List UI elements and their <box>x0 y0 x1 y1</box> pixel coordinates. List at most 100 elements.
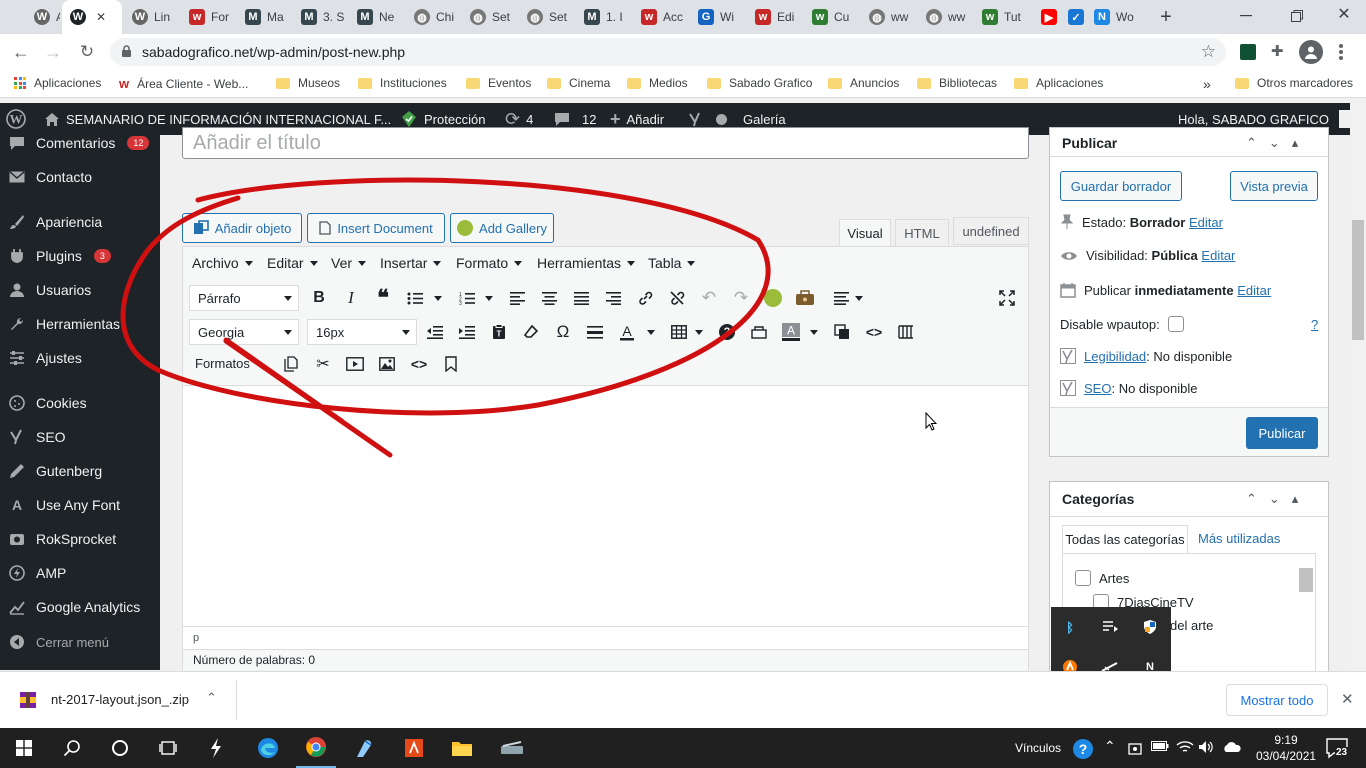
edit-schedule-link[interactable]: Editar <box>1237 283 1271 298</box>
columns-icon[interactable] <box>894 320 918 344</box>
toolbox-icon[interactable] <box>793 286 817 310</box>
bookmark-bibliotecas[interactable]: Bibliotecas <box>917 76 997 90</box>
browser-tab[interactable]: ◍ ww <box>861 4 916 30</box>
edit-status-link[interactable]: Editar <box>1189 215 1223 230</box>
sidebar-item-use-any-font[interactable]: A Use Any Font <box>0 488 160 522</box>
seo-link[interactable]: SEO <box>1084 381 1111 396</box>
bookmark-area-cliente[interactable]: ᴡ Área Cliente - Web... <box>119 76 248 91</box>
title-input[interactable]: Añadir el título <box>182 127 1029 159</box>
puzzle-icon[interactable]: ✚ <box>1271 42 1284 60</box>
bookmark-aplicaciones-folder[interactable]: Aplicaciones <box>1014 76 1103 90</box>
volume-icon[interactable] <box>1198 740 1216 754</box>
publish-button[interactable]: Publicar <box>1246 417 1318 449</box>
browser-tab[interactable]: w For <box>181 4 235 30</box>
browser-tab[interactable]: w Edi <box>747 4 802 30</box>
minimize-button[interactable] <box>1236 6 1256 26</box>
cortana-icon[interactable] <box>100 728 140 768</box>
preview-button[interactable]: Vista previa <box>1230 171 1318 201</box>
bookmark-anuncios[interactable]: Anuncios <box>828 76 899 90</box>
fullscreen-icon[interactable] <box>995 286 1019 310</box>
browser-tab[interactable]: w Cu <box>804 4 859 30</box>
box-controls[interactable]: ⌃⌄▴ <box>1246 491 1310 507</box>
paint-app-icon[interactable] <box>344 728 384 768</box>
sidebar-item-gutenberg[interactable]: Gutenberg <box>0 454 160 488</box>
tab-undefined[interactable]: undefined <box>953 217 1029 245</box>
sidebar-item-comentarios[interactable]: Comentarios 12 <box>0 126 160 160</box>
browser-tab[interactable]: W Lin <box>124 4 179 30</box>
category-scrollbar[interactable] <box>1299 568 1313 592</box>
page-scrollbar[interactable] <box>1350 103 1366 671</box>
restore-button[interactable] <box>1287 6 1307 26</box>
back-icon[interactable]: ← <box>10 41 32 63</box>
category-checkbox[interactable] <box>1075 570 1091 586</box>
bookmark-other[interactable]: Otros marcadores <box>1235 76 1353 90</box>
browser-tab[interactable]: M 1. I <box>576 4 631 30</box>
browser-tab[interactable]: N Wo <box>1086 4 1140 30</box>
bookmark-sabado-grafico[interactable]: Sabado Grafico <box>707 76 812 90</box>
bookmark-apps[interactable]: Aplicaciones <box>14 76 101 90</box>
show-all-button[interactable]: Mostrar todo <box>1226 684 1328 716</box>
edge-icon[interactable] <box>248 728 288 768</box>
bookmark-instituciones[interactable]: Instituciones <box>358 76 447 90</box>
media-queue-icon[interactable] <box>1098 615 1122 639</box>
browser-tab[interactable]: w Acc <box>633 4 688 30</box>
tab-html[interactable]: HTML <box>895 219 949 247</box>
chrome-icon[interactable] <box>296 728 336 768</box>
bookmark-cinema[interactable]: Cinema <box>547 76 610 90</box>
browser-menu-icon[interactable] <box>1339 44 1343 60</box>
close-tab-icon[interactable]: ✕ <box>96 10 106 24</box>
readability-link[interactable]: Legibilidad <box>1084 349 1146 364</box>
collapse-menu-button[interactable]: Cerrar menú <box>0 625 160 659</box>
tab-visual[interactable]: Visual <box>839 219 891 247</box>
tray-app-icon[interactable] <box>1127 740 1143 756</box>
close-download-bar-icon[interactable]: ✕ <box>1341 690 1354 708</box>
browser-tab[interactable]: w Tut <box>974 4 1031 30</box>
bookmarks-overflow-icon[interactable]: » <box>1203 76 1211 92</box>
office-app-icon[interactable] <box>394 728 434 768</box>
browser-tab[interactable]: ▶ <box>1033 4 1058 30</box>
edit-visibility-link[interactable]: Editar <box>1201 248 1235 263</box>
app-launcher-icon[interactable] <box>196 728 236 768</box>
new-tab-button[interactable]: + <box>1155 6 1177 28</box>
profile-icon[interactable] <box>1299 40 1323 64</box>
browser-tab[interactable]: M 3. S <box>293 4 347 30</box>
wpautop-help-link[interactable]: ? <box>1311 317 1318 332</box>
background-color-dropdown-icon[interactable] <box>802 320 826 344</box>
extension-icon[interactable] <box>1240 44 1256 60</box>
sidebar-item-roksprocket[interactable]: RokSprocket <box>0 522 160 556</box>
download-filename[interactable]: nt-2017-layout.json_.zip <box>51 692 189 707</box>
onedrive-icon[interactable] <box>1222 740 1242 754</box>
tab-all-categories[interactable]: Todas las categorías <box>1062 525 1188 553</box>
sidebar-item-google-analytics[interactable]: Google Analytics <box>0 590 160 624</box>
file-explorer-icon[interactable] <box>442 728 482 768</box>
browser-tab[interactable]: ◍ Set <box>462 4 517 30</box>
browser-tab[interactable]: G Wi <box>690 4 745 30</box>
forward-icon[interactable]: → <box>42 41 64 63</box>
browser-tab[interactable]: M Ne <box>349 4 404 30</box>
browser-tab[interactable]: ◍ Chi <box>406 4 460 30</box>
box-controls[interactable]: ⌃⌄▴ <box>1246 135 1310 151</box>
browser-tab[interactable]: ◍ ww <box>918 4 972 30</box>
task-view-icon[interactable] <box>148 728 188 768</box>
windows-start-icon[interactable] <box>4 728 44 768</box>
browser-tab[interactable]: W Adi <box>26 4 60 30</box>
close-window-button[interactable]: ✕ <box>1334 4 1354 24</box>
battery-icon[interactable] <box>1151 740 1169 752</box>
bluetooth-icon[interactable]: ᛒ <box>1058 615 1082 639</box>
search-icon[interactable] <box>52 728 92 768</box>
sidebar-item-amp[interactable]: AMP <box>0 556 160 590</box>
browser-tab[interactable]: ✓ <box>1060 4 1084 30</box>
copy-icon[interactable] <box>830 320 854 344</box>
tab-most-used[interactable]: Más utilizadas <box>1198 531 1280 546</box>
code-icon[interactable]: <> <box>862 320 886 344</box>
url-bar[interactable]: sabadografico.net/wp-admin/post-new.php … <box>110 38 1226 66</box>
help-tray-icon[interactable]: ? <box>1072 738 1094 760</box>
wifi-icon[interactable] <box>1176 740 1194 754</box>
bookmark-museos[interactable]: Museos <box>276 76 340 90</box>
bookmark-medios[interactable]: Medios <box>627 76 688 90</box>
browser-tab[interactable]: M Ma <box>237 4 291 30</box>
save-draft-button[interactable]: Guardar borrador <box>1060 171 1182 201</box>
security-shield-icon[interactable] <box>1138 615 1162 639</box>
align-menu-dropdown-icon[interactable] <box>847 286 871 310</box>
background-color-icon[interactable]: A <box>779 320 803 344</box>
